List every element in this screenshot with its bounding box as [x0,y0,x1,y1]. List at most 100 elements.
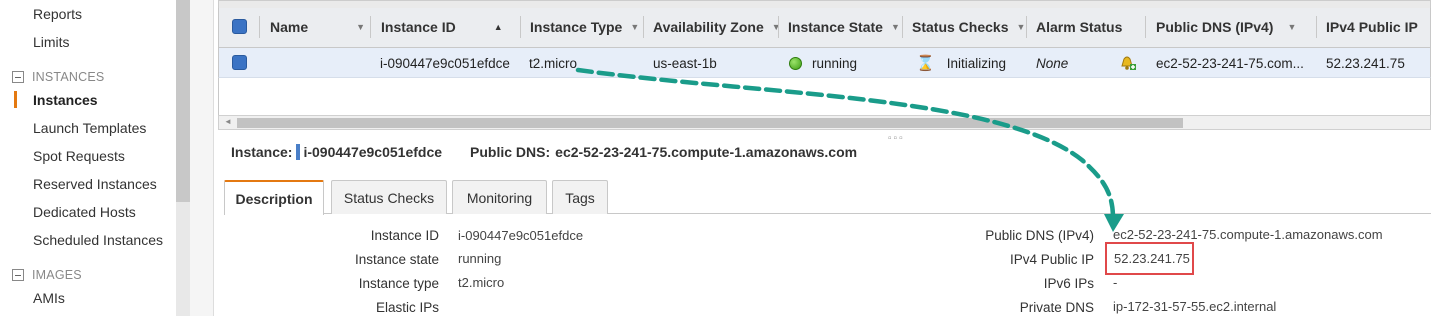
field-value-instance-state: running [458,251,502,266]
sidebar: Reports Limits INSTANCES Instances Launc… [0,0,176,316]
column-separator [520,16,521,38]
field-label-private-dns: Private DNS [1019,300,1094,315]
chevron-down-icon[interactable]: ▼ [1016,22,1025,32]
column-separator [370,16,371,38]
horizontal-scrollbar-thumb[interactable] [237,118,1183,128]
field-label-instance-type: Instance type [358,276,439,291]
sidebar-item-reports[interactable]: Reports [33,6,82,22]
cell-status-checks: ⌛ Initializing [916,48,1006,78]
tab-description[interactable]: Description [224,180,324,215]
sidebar-item-spot-requests[interactable]: Spot Requests [33,148,125,164]
sidebar-section-title: IMAGES [32,268,82,282]
column-header-instance-type[interactable]: Instance Type ▼ [530,8,639,46]
cell-instance-state: running [789,48,857,78]
detail-header: Instance: i-090447e9c051efdce Public DNS… [231,143,857,161]
sidebar-item-instances[interactable]: Instances [33,92,98,108]
field-value-instance-type: t2.micro [458,275,505,290]
field-value-instance-id: i-090447e9c051efdce [458,228,584,243]
column-header-name[interactable]: Name ▼ [270,8,365,46]
field-label-ipv4-public-ip: IPv4 Public IP [1009,252,1094,267]
cell-instance-id: i-090447e9c051efdce [380,55,510,71]
field-value-ipv6-ips: - [1113,275,1118,290]
column-header-status-checks[interactable]: Status Checks ▼ [912,8,1025,46]
column-label: IPv4 Public IP [1326,19,1418,35]
chevron-down-icon[interactable]: ▼ [772,22,781,32]
column-header-alarm-status[interactable]: Alarm Status [1036,8,1122,46]
column-separator [902,16,903,38]
sidebar-section-images[interactable]: IMAGES [12,268,82,282]
active-indicator [14,91,17,108]
column-label: Public DNS (IPv4) [1156,19,1274,35]
column-separator [1026,16,1027,38]
status-text: Initializing [946,55,1006,71]
highlight-box [1105,242,1194,275]
sidebar-item-limits[interactable]: Limits [33,34,70,50]
sort-ascending-icon[interactable]: ▲ [494,22,503,32]
bell-plus-icon[interactable] [1119,54,1137,72]
column-label: Name [270,19,309,35]
column-header-availability-zone[interactable]: Availability Zone ▼ [653,8,781,46]
chevron-down-icon[interactable]: ▼ [356,22,365,32]
public-dns-value: ec2-52-23-241-75.compute-1.amazonaws.com [555,144,858,160]
column-separator [643,16,644,38]
state-text: running [812,55,858,71]
table-empty-area [218,78,1431,115]
tab-status-checks[interactable]: Status Checks [331,180,447,214]
splitter-handle-icon[interactable]: ▫▫▫ [888,133,905,144]
column-label: Instance State [788,19,883,35]
green-circle-icon [789,56,802,70]
grid-top-edge [218,0,1431,8]
field-label-ipv6-ips: IPv6 IPs [1043,276,1094,291]
column-header-instance-state[interactable]: Instance State ▼ [788,8,900,46]
field-label-instance-state: Instance state [354,252,439,267]
column-label: Availability Zone [653,19,764,35]
sidebar-item-reserved-instances[interactable]: Reserved Instances [33,176,157,192]
chevron-down-icon[interactable]: ▼ [630,22,639,32]
sidebar-item-scheduled-instances[interactable]: Scheduled Instances [33,232,163,248]
horizontal-scrollbar[interactable]: ◄ [218,115,1431,130]
cell-alarm-status: None [1036,55,1069,71]
collapse-icon[interactable] [12,71,24,83]
scroll-left-icon[interactable]: ◄ [224,117,232,126]
column-header-public-dns[interactable]: Public DNS (IPv4) ▼ [1156,8,1296,46]
sidebar-item-dedicated-hosts[interactable]: Dedicated Hosts [33,204,136,220]
sidebar-section-instances[interactable]: INSTANCES [12,70,104,84]
column-separator [1145,16,1146,38]
main-panel: Name ▼ Instance ID ▲ Instance Type ▼ Ava… [214,0,1431,316]
chevron-down-icon[interactable]: ▼ [891,22,900,32]
cell-alarm-icon [1119,48,1137,78]
field-label-elastic-ips: Elastic IPs [375,300,439,315]
row-checkbox[interactable] [232,55,247,70]
cell-ipv4-public-ip: 52.23.241.75 [1326,55,1405,71]
column-label: Instance ID [381,19,456,35]
field-label-public-dns: Public DNS (IPv4) [985,228,1094,243]
column-label: Instance Type [530,19,623,35]
column-header-ipv4-public-ip[interactable]: IPv4 Public IP [1326,8,1418,46]
collapse-icon[interactable] [12,269,24,281]
chevron-down-icon[interactable]: ▼ [1287,22,1296,32]
instance-id-value: i-090447e9c051efdce [303,144,443,160]
field-value-private-dns: ip-172-31-57-55.ec2.internal [1113,299,1277,314]
sidebar-section-title: INSTANCES [32,70,105,84]
instance-marker [296,144,301,160]
column-label: Alarm Status [1036,19,1123,35]
column-separator [778,16,779,38]
column-label: Status Checks [912,19,1009,35]
tab-tags[interactable]: Tags [552,180,608,214]
cell-instance-type: t2.micro [529,55,578,71]
sidebar-scrollbar-thumb[interactable] [176,0,190,202]
cell-availability-zone: us-east-1b [653,55,717,71]
column-header-instance-id[interactable]: Instance ID ▲ [381,8,503,46]
sidebar-item-amis[interactable]: AMIs [33,290,65,306]
field-label-instance-id: Instance ID [370,228,439,243]
sidebar-item-launch-templates[interactable]: Launch Templates [33,120,146,136]
tab-monitoring[interactable]: Monitoring [452,180,547,214]
column-separator [259,16,260,38]
select-all-checkbox[interactable] [232,19,247,34]
field-value-public-dns: ec2-52-23-241-75.compute-1.amazonaws.com [1113,227,1383,242]
sidebar-divider [190,0,214,316]
public-dns-label: Public DNS: [470,144,551,160]
column-separator [1316,16,1317,38]
table-row[interactable]: i-090447e9c051efdce t2.micro us-east-1b … [218,48,1431,78]
hourglass-icon: ⌛ [916,55,935,72]
